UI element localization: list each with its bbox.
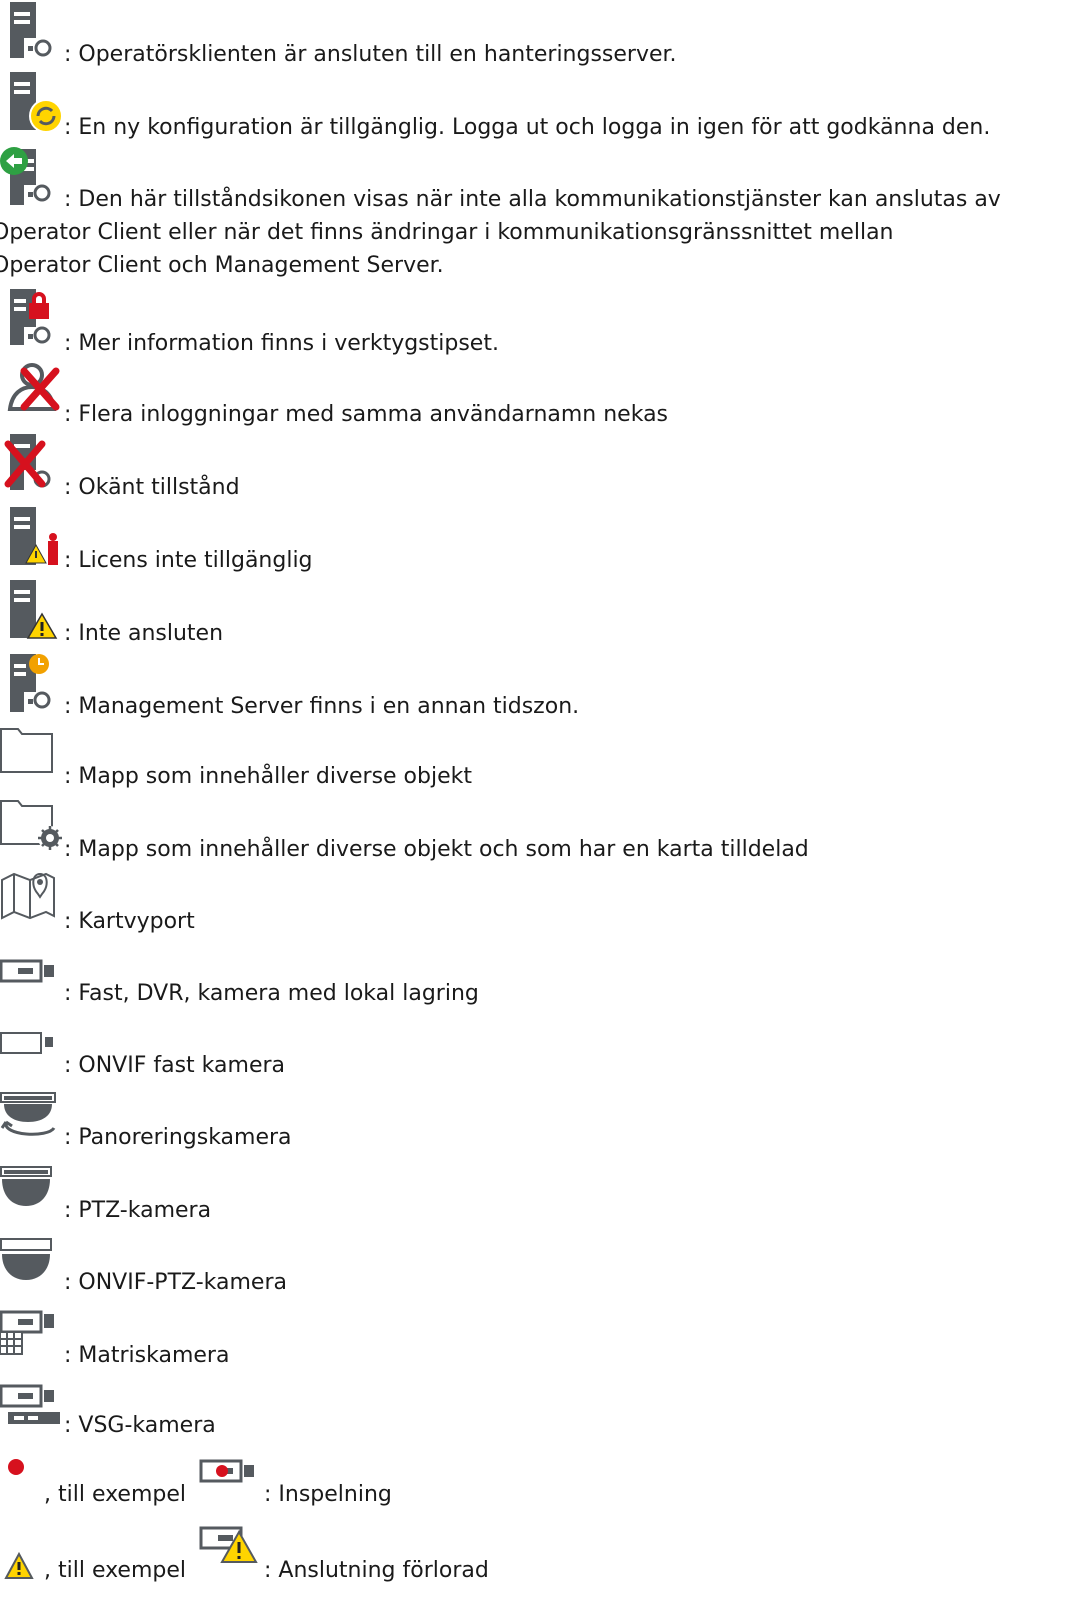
server-connected-icon xyxy=(8,2,64,62)
item-text: , till exempel xyxy=(44,1482,187,1507)
warning-triangle-icon xyxy=(4,1551,34,1580)
item-text: , till exempel xyxy=(44,1558,187,1583)
server-new-config-icon xyxy=(8,72,68,136)
item-text: : PTZ-kamera xyxy=(64,1198,212,1223)
item-text: : Licens inte tillgänglig xyxy=(64,548,313,573)
map-viewport-icon xyxy=(0,870,58,920)
item-text: : Flera inloggningar med samma användarn… xyxy=(64,402,669,427)
folder-icon xyxy=(0,728,56,774)
server-timezone-icon xyxy=(8,652,64,714)
onvif-fixed-camera-icon xyxy=(0,1031,60,1055)
recording-camera-icon xyxy=(199,1459,260,1483)
item-text: : ONVIF-PTZ-kamera xyxy=(64,1270,287,1295)
vsg-camera-icon xyxy=(0,1384,64,1428)
item-text: : ONVIF fast kamera xyxy=(64,1053,285,1078)
item-text-line: : Den här tillståndsikonen visas när int… xyxy=(64,187,1001,212)
folder-map-icon xyxy=(0,800,64,852)
item-text: : Mer information finns i verktygstipset… xyxy=(64,331,499,356)
camera-lost-icon xyxy=(199,1526,264,1566)
item-text: : Inspelning xyxy=(264,1482,392,1507)
item-text-line: Operator Client och Management Server. xyxy=(0,253,444,278)
item-text: : VSG-kamera xyxy=(64,1413,216,1438)
server-license-icon xyxy=(8,507,64,567)
item-text: : Kartvyport xyxy=(64,909,195,934)
panoramic-camera-icon xyxy=(0,1092,60,1142)
server-unknown-icon xyxy=(4,434,64,494)
item-text: : Mapp som innehåller diverse objekt och… xyxy=(64,837,809,862)
item-text: : Operatörsklienten är ansluten till en … xyxy=(64,42,677,67)
server-not-connected-icon xyxy=(8,580,64,640)
onvif-ptz-camera-icon xyxy=(0,1238,60,1282)
ptz-camera-icon xyxy=(0,1166,60,1210)
user-denied-icon xyxy=(2,363,66,413)
item-text: : Fast, DVR, kamera med lokal lagring xyxy=(64,981,479,1006)
item-text: : Anslutning förlorad xyxy=(264,1558,489,1583)
item-text: : Management Server finns i en annan tid… xyxy=(64,694,580,719)
item-text: : Panoreringskamera xyxy=(64,1125,292,1150)
item-text-block: : Den här tillståndsikonen visas när int… xyxy=(0,183,1068,282)
item-text: : Okänt tillstånd xyxy=(64,475,240,500)
item-text: : Inte ansluten xyxy=(64,621,224,646)
fixed-camera-icon xyxy=(0,959,60,983)
recording-dot-icon xyxy=(6,1457,26,1477)
item-text: : Mapp som innehåller diverse objekt xyxy=(64,764,472,789)
item-text: : Matriskamera xyxy=(64,1343,230,1368)
item-text-line: Operator Client eller när det finns ändr… xyxy=(0,220,894,245)
server-locked-icon xyxy=(8,287,64,349)
matrix-camera-icon xyxy=(0,1310,60,1360)
item-text: : En ny konfiguration är tillgänglig. Lo… xyxy=(64,115,991,140)
